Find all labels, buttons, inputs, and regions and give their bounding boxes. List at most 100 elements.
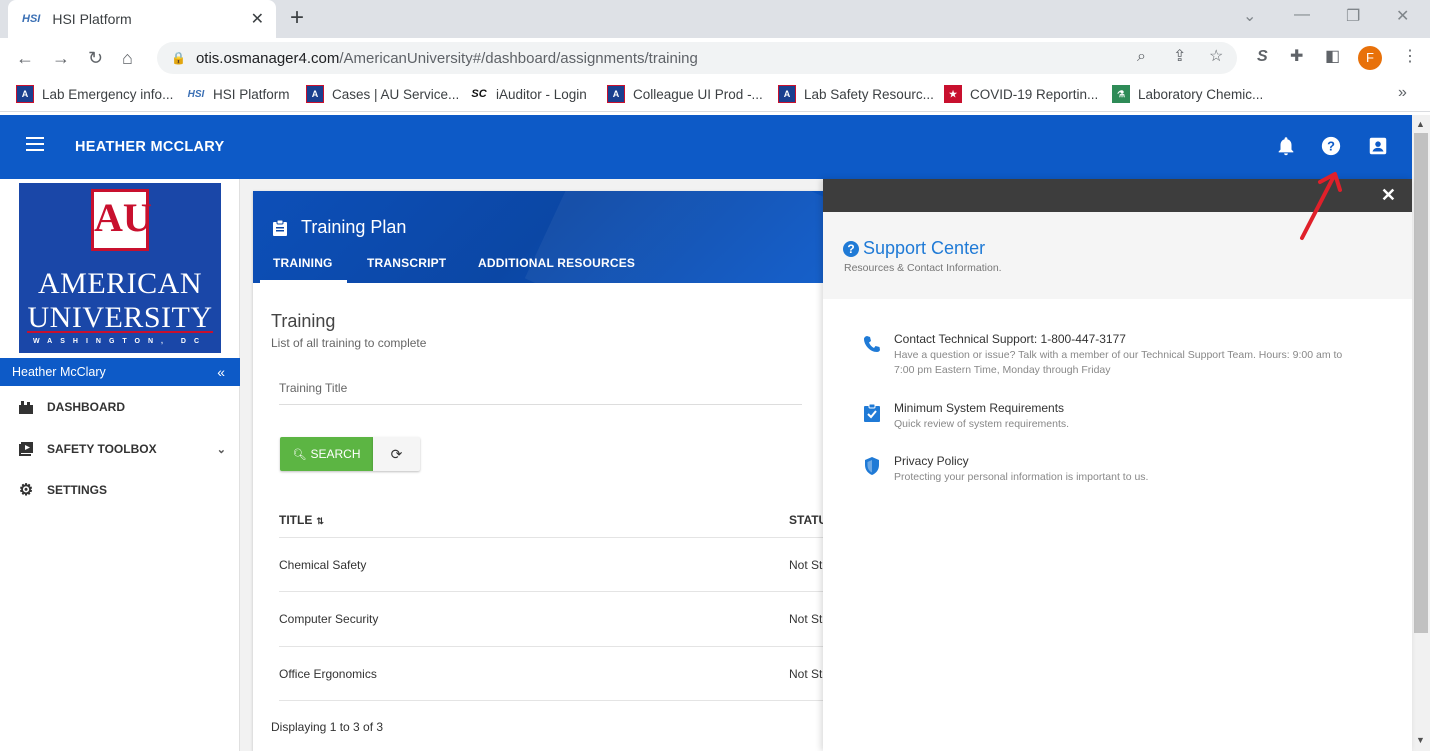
section-subtitle: List of all training to complete bbox=[271, 336, 427, 350]
tab-close-icon[interactable]: ✕ bbox=[251, 9, 264, 29]
hsi-favicon-icon: HSI bbox=[187, 88, 205, 100]
video-library-icon bbox=[19, 442, 33, 456]
dc-flag-icon: ★ bbox=[944, 85, 962, 103]
chevron-down-icon: ⌄ bbox=[216, 443, 226, 456]
search-button[interactable]: 🔍︎ SEARCH bbox=[280, 437, 373, 471]
bookmark-item[interactable]: A Cases | AU Service... bbox=[306, 85, 459, 103]
close-icon[interactable]: ✕ bbox=[1381, 185, 1396, 206]
window-close-icon[interactable]: ✕ bbox=[1396, 6, 1409, 26]
page-scrollbar[interactable]: ▲ ▼ bbox=[1412, 115, 1430, 751]
shield-icon bbox=[865, 457, 879, 475]
bookmark-item[interactable]: ★ COVID-19 Reportin... bbox=[944, 85, 1098, 103]
dashboard-icon bbox=[19, 401, 33, 414]
forward-icon[interactable]: → bbox=[52, 47, 70, 69]
logo-line-1: AMERICAN bbox=[37, 267, 202, 300]
reset-button[interactable]: ⟳ bbox=[373, 437, 420, 471]
tab-search-icon[interactable]: ⌄ bbox=[1243, 6, 1256, 26]
help-icon[interactable]: ? bbox=[1320, 135, 1342, 157]
page-title: Training Plan bbox=[301, 217, 407, 237]
menu-kebab-icon[interactable]: ⋮ bbox=[1402, 48, 1418, 66]
lock-icon: 🔒 bbox=[171, 51, 186, 65]
pagination-summary: Displaying 1 to 3 of 3 bbox=[271, 720, 384, 734]
support-center-title: ? Support Center bbox=[843, 238, 985, 259]
flask-icon: ⚗ bbox=[1112, 85, 1130, 103]
logo-line-2: UNIVERSITY bbox=[27, 301, 213, 334]
browser-tabstrip: HSI HSI Platform ✕ + ⌄ — ❐ ✕ bbox=[0, 0, 1430, 38]
tab-additional-resources[interactable]: ADDITIONAL RESOURCES bbox=[478, 256, 635, 270]
tab-transcript[interactable]: TRANSCRIPT bbox=[367, 256, 446, 270]
row-divider bbox=[279, 646, 823, 647]
row-status: Not St bbox=[789, 612, 823, 626]
bookmarks-overflow-icon[interactable]: » bbox=[1398, 84, 1407, 102]
clipboard-icon bbox=[273, 219, 287, 236]
bookmark-item[interactable]: HSI HSI Platform bbox=[187, 85, 290, 103]
sidebar: AU AMERICAN UNIVERSITY WASHINGTON, DC He… bbox=[0, 179, 240, 751]
row-status: Not St bbox=[789, 558, 823, 572]
bell-icon[interactable] bbox=[1275, 135, 1297, 157]
hamburger-menu-icon[interactable] bbox=[26, 137, 44, 151]
training-title-filter[interactable]: Training Title bbox=[279, 375, 802, 405]
help-circle-icon: ? bbox=[843, 240, 859, 257]
home-icon[interactable]: ⌂ bbox=[122, 47, 133, 69]
scroll-down-icon[interactable]: ▼ bbox=[1416, 735, 1425, 745]
support-item-description: Have a question or issue? Talk with a me… bbox=[894, 349, 1343, 376]
extensions-puzzle-icon[interactable]: ✚ bbox=[1290, 48, 1303, 66]
bookmark-star-icon[interactable]: ☆ bbox=[1209, 48, 1223, 66]
scroll-up-icon[interactable]: ▲ bbox=[1416, 119, 1425, 129]
extension-s-icon[interactable]: S bbox=[1257, 48, 1268, 66]
support-item-description: Quick review of system requirements. bbox=[894, 418, 1070, 430]
sidebar-item-label: SETTINGS bbox=[47, 483, 108, 497]
row-status: Not St bbox=[789, 667, 823, 681]
sidebar-item-label: SAFETY TOOLBOX bbox=[47, 442, 157, 456]
active-tab-indicator bbox=[260, 280, 347, 283]
account-box-icon[interactable] bbox=[1367, 135, 1389, 157]
support-center-subtitle: Resources & Contact Information. bbox=[844, 262, 1002, 274]
training-plan-title: Training Plan bbox=[273, 217, 406, 238]
training-plan-header: Training Plan TRAINING TRANSCRIPT ADDITI… bbox=[253, 191, 823, 283]
annotation-arrow-icon bbox=[1300, 172, 1342, 240]
support-item-heading: Contact Technical Support: 1-800-447-317… bbox=[894, 332, 1126, 346]
row-title[interactable]: Chemical Safety bbox=[279, 558, 366, 572]
bookmark-item[interactable]: A Lab Emergency info... bbox=[16, 85, 173, 103]
zoom-icon[interactable]: ⌕ bbox=[1137, 48, 1146, 66]
column-header-title[interactable]: TITLE ⇅ bbox=[279, 513, 324, 527]
profile-avatar[interactable]: F bbox=[1358, 46, 1382, 70]
phone-icon bbox=[864, 336, 880, 352]
row-divider bbox=[279, 700, 823, 701]
scrollbar-thumb[interactable] bbox=[1414, 133, 1428, 633]
search-button-label: SEARCH bbox=[310, 447, 361, 461]
sidebar-item-label: DASHBOARD bbox=[47, 400, 125, 414]
collapse-sidebar-icon[interactable]: « bbox=[217, 358, 225, 386]
search-icon: 🔍︎ bbox=[292, 448, 307, 461]
row-title[interactable]: Office Ergonomics bbox=[279, 667, 377, 681]
tab-training[interactable]: TRAINING bbox=[273, 256, 333, 270]
au-logo-icon: A bbox=[607, 85, 625, 103]
bookmark-item[interactable]: A Lab Safety Resourc... bbox=[778, 85, 934, 103]
column-header-status[interactable]: STATU bbox=[789, 513, 827, 527]
header-user-name: HEATHER MCCLARY bbox=[75, 139, 225, 155]
bookmarks-bar: A Lab Emergency info... HSI HSI Platform A… bbox=[0, 78, 1430, 112]
browser-toolbar: ← → ↻ ⌂ 🔒 otis.osmanager4.com/AmericanUn… bbox=[0, 38, 1430, 78]
url-text: otis.osmanager4.com/AmericanUniversity#/… bbox=[195, 49, 698, 67]
side-panel-icon[interactable]: ◧ bbox=[1325, 48, 1340, 66]
minimize-icon[interactable]: — bbox=[1294, 6, 1310, 24]
row-divider bbox=[279, 591, 823, 592]
new-tab-icon[interactable]: + bbox=[290, 6, 304, 30]
reload-icon[interactable]: ↻ bbox=[88, 47, 103, 69]
share-icon[interactable]: ⇪ bbox=[1173, 48, 1186, 66]
bookmark-item[interactable]: SC iAuditor - Login bbox=[470, 85, 586, 103]
au-logo-icon: A bbox=[778, 85, 796, 103]
sidebar-item-safety-toolbox[interactable]: SAFETY TOOLBOX ⌄ bbox=[0, 429, 240, 469]
address-bar[interactable]: 🔒 otis.osmanager4.com/AmericanUniversity… bbox=[157, 42, 1237, 74]
sidebar-user-name: Heather McClary bbox=[12, 365, 106, 379]
back-icon[interactable]: ← bbox=[16, 47, 34, 69]
sidebar-item-dashboard[interactable]: DASHBOARD bbox=[0, 387, 240, 427]
section-title: Training bbox=[271, 311, 336, 331]
row-title[interactable]: Computer Security bbox=[279, 612, 378, 626]
bookmark-item[interactable]: A Colleague UI Prod -... bbox=[607, 85, 763, 103]
bookmark-item[interactable]: ⚗ Laboratory Chemic... bbox=[1112, 85, 1263, 103]
browser-tab[interactable]: HSI HSI Platform ✕ bbox=[8, 0, 276, 38]
support-center-panel: ✕ ? Support Center Resources & Contact I… bbox=[823, 179, 1412, 751]
sidebar-item-settings[interactable]: ⚙ SETTINGS bbox=[0, 470, 240, 510]
restore-icon[interactable]: ❐ bbox=[1346, 6, 1360, 26]
